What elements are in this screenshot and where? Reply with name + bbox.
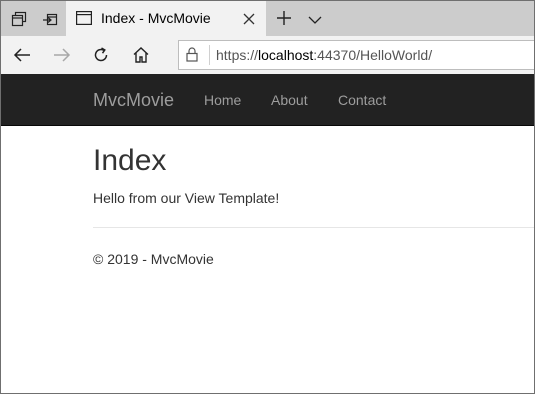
page-title: Index (93, 144, 167, 177)
home-icon[interactable] (130, 44, 152, 66)
browser-window: Index - MvcMovie https://localhost:44370… (0, 0, 535, 394)
chevron-down-icon[interactable] (308, 12, 322, 30)
back-arrow-icon[interactable] (11, 44, 33, 66)
url-host: localhost (258, 47, 314, 63)
url-text[interactable]: https://localhost:44370/HelloWorld/ (216, 47, 432, 63)
tab-actions-icon[interactable] (10, 10, 28, 28)
refresh-icon[interactable] (90, 44, 112, 66)
page-icon (76, 11, 93, 30)
nav-link-contact[interactable]: Contact (338, 92, 386, 108)
page-message: Hello from our View Template! (93, 190, 280, 206)
close-icon[interactable] (243, 12, 255, 30)
tab-title: Index - MvcMovie (101, 10, 211, 26)
brand-link[interactable]: MvcMovie (93, 90, 174, 111)
set-aside-tabs-icon[interactable] (41, 10, 59, 28)
page-footer: © 2019 - MvcMovie (93, 251, 214, 267)
url-scheme: https:// (216, 47, 259, 63)
forward-arrow-icon[interactable] (51, 44, 73, 66)
site-navbar: MvcMovie Home About Contact (1, 74, 534, 126)
address-separator (209, 45, 210, 65)
nav-link-home[interactable]: Home (204, 92, 241, 108)
lock-icon[interactable] (186, 47, 198, 67)
footer-divider (93, 227, 534, 228)
address-bar[interactable]: https://localhost:44370/HelloWorld/ (178, 40, 534, 70)
url-rest: :44370/HelloWorld/ (313, 47, 433, 63)
active-tab[interactable]: Index - MvcMovie (66, 1, 266, 36)
nav-link-about[interactable]: About (271, 92, 308, 108)
plus-icon[interactable] (276, 10, 292, 31)
browser-toolbar: https://localhost:44370/HelloWorld/ (1, 36, 534, 74)
tab-strip: Index - MvcMovie (1, 1, 534, 36)
